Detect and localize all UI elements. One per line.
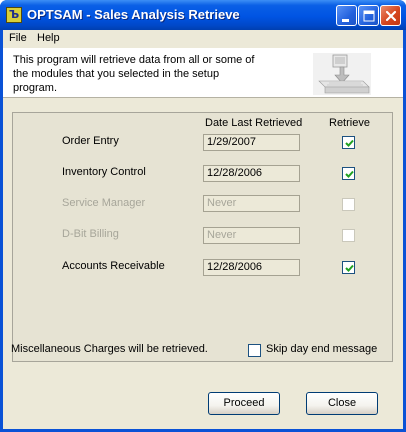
check-icon xyxy=(345,170,354,178)
modules-group: Date Last Retrieved Retrieve Order Entry… xyxy=(12,112,393,362)
app-icon: Ъ xyxy=(6,7,22,23)
close-window-button[interactable] xyxy=(380,5,401,26)
module-label-order-entry: Order Entry xyxy=(62,135,119,147)
module-label-accounts-receivable: Accounts Receivable xyxy=(62,260,165,272)
check-icon xyxy=(345,139,354,147)
date-field-inventory-control: 12/28/2006 xyxy=(203,165,300,182)
menu-bar: File Help xyxy=(3,30,403,48)
retrieve-checkbox-service-manager xyxy=(342,198,355,211)
date-field-order-entry: 1/29/2007 xyxy=(203,134,300,151)
minimize-button[interactable] xyxy=(336,5,357,26)
minimize-icon xyxy=(342,19,349,22)
date-field-accounts-receivable: 12/28/2006 xyxy=(203,259,300,276)
banner-text: This program will retrieve data from all… xyxy=(13,54,255,94)
close-icon xyxy=(385,10,397,22)
menu-file[interactable]: File xyxy=(9,32,27,44)
column-header-retrieve: Retrieve xyxy=(329,117,370,129)
date-field-service-manager: Never xyxy=(203,195,300,212)
window-title: OPTSAM - Sales Analysis Retrieve xyxy=(27,7,240,22)
retrieve-checkbox-accounts-receivable[interactable] xyxy=(342,261,355,274)
misc-charges-text: Miscellaneous Charges will be retrieved. xyxy=(11,343,208,355)
module-label-service-manager: Service Manager xyxy=(62,197,146,209)
title-bar[interactable]: Ъ OPTSAM - Sales Analysis Retrieve xyxy=(0,0,406,30)
window-client: File Help This program will retrieve dat… xyxy=(3,30,403,429)
maximize-icon xyxy=(363,10,375,22)
column-header-date: Date Last Retrieved xyxy=(205,117,303,129)
date-field-d-bit-billing: Never xyxy=(203,227,300,244)
retrieve-checkbox-inventory-control[interactable] xyxy=(342,167,355,180)
module-label-inventory-control: Inventory Control xyxy=(62,166,146,178)
module-label-d-bit-billing: D-Bit Billing xyxy=(62,228,119,240)
close-button[interactable]: Close xyxy=(306,392,378,415)
data-retrieve-icon xyxy=(313,53,371,95)
check-icon xyxy=(345,264,354,272)
app-window: Ъ OPTSAM - Sales Analysis Retrieve File … xyxy=(0,0,406,432)
skip-day-end-checkbox[interactable] xyxy=(248,344,261,357)
skip-day-end-label[interactable]: Skip day end message xyxy=(266,343,377,355)
menu-help[interactable]: Help xyxy=(37,32,60,44)
info-banner: This program will retrieve data from all… xyxy=(3,48,403,98)
maximize-button[interactable] xyxy=(358,5,379,26)
retrieve-checkbox-order-entry[interactable] xyxy=(342,136,355,149)
proceed-button[interactable]: Proceed xyxy=(208,392,280,415)
retrieve-checkbox-d-bit-billing xyxy=(342,229,355,242)
